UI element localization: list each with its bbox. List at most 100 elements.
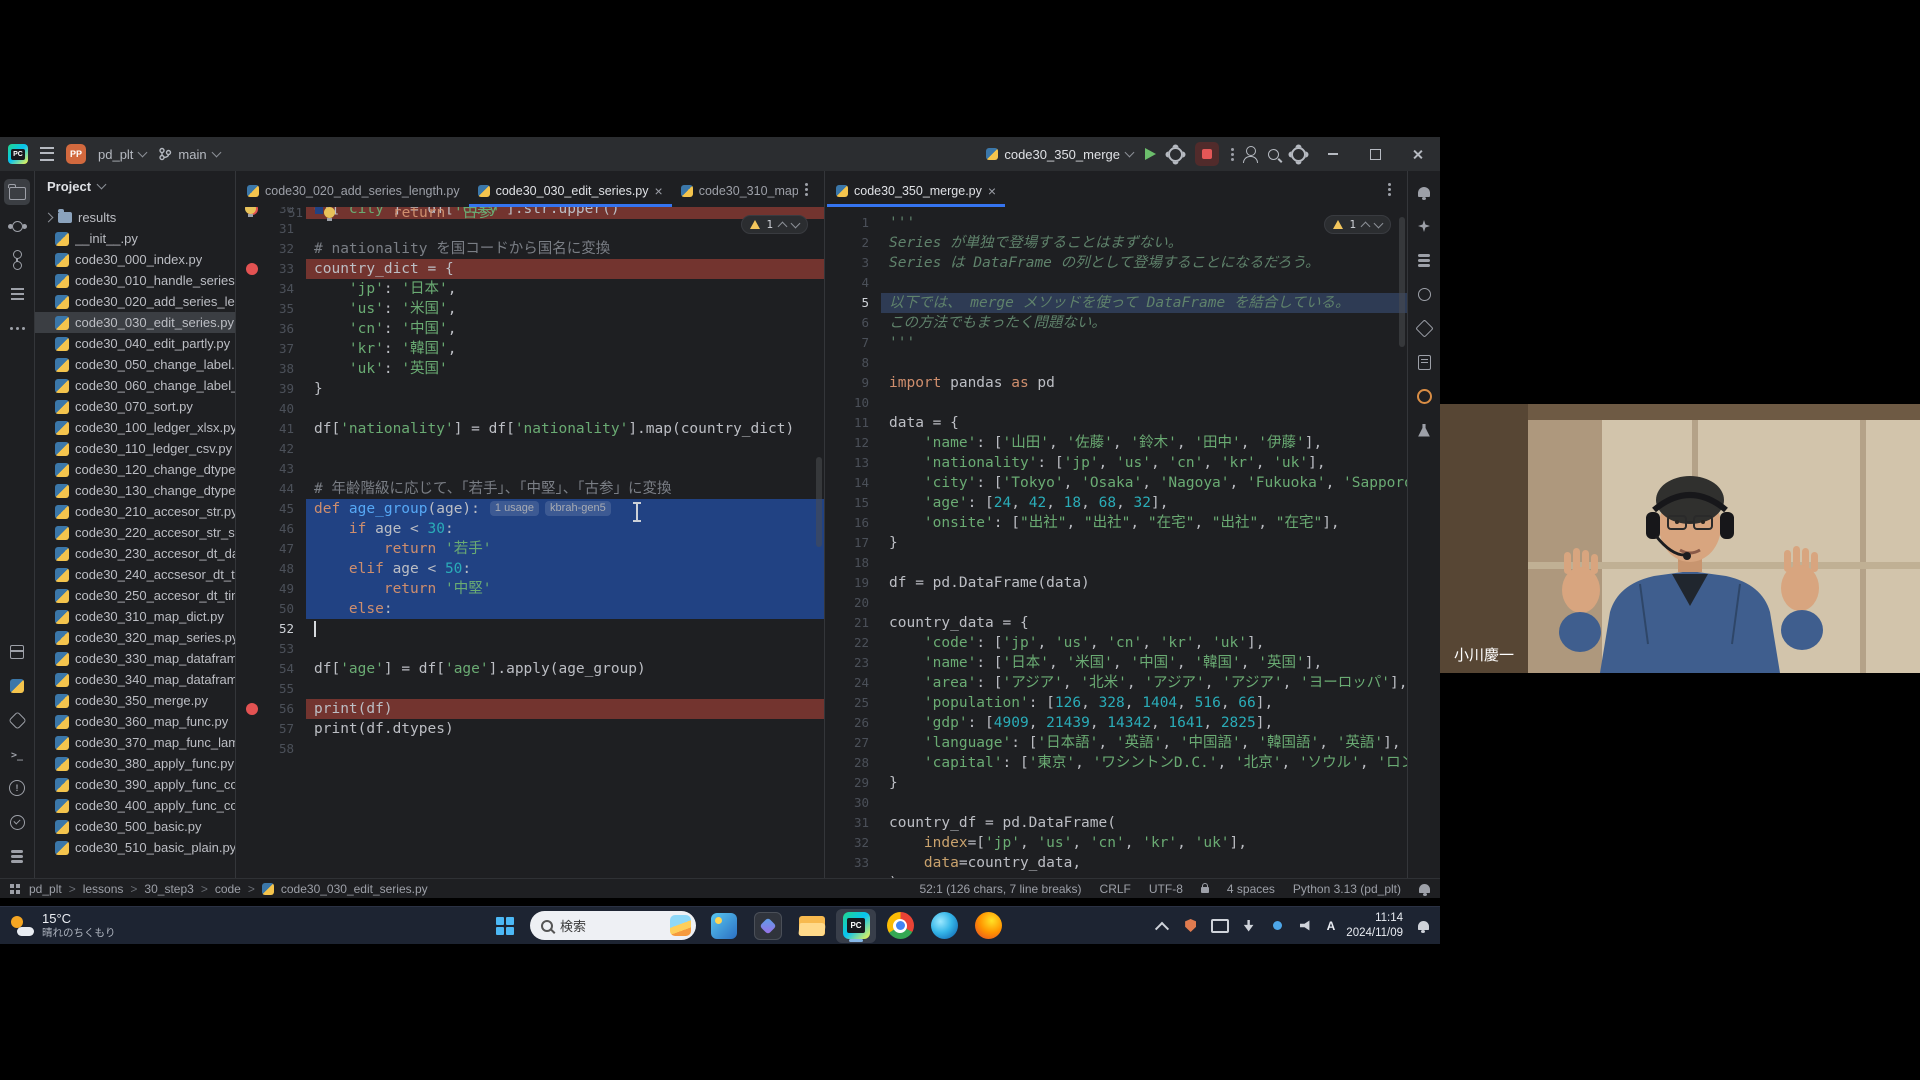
- code-line[interactable]: 9import pandas as pd: [825, 373, 1407, 393]
- code-line[interactable]: 5以下では、 merge メソッドを使って DataFrame を結合している。: [825, 293, 1407, 313]
- breakpoint-icon[interactable]: [246, 263, 258, 275]
- editor-tab[interactable]: code30_030_edit_series.py×: [469, 174, 672, 207]
- code-editor-left[interactable]: 30df['city'] = df['city'].str.upper()313…: [236, 207, 824, 879]
- pull-requests-tool-icon[interactable]: [4, 247, 30, 273]
- taskbar-search-box[interactable]: 検索: [530, 911, 696, 940]
- code-line[interactable]: 58: [236, 739, 824, 759]
- close-tab-icon[interactable]: ×: [988, 184, 996, 198]
- code-line[interactable]: 54df['age'] = df['age'].apply(age_group): [236, 659, 824, 679]
- project-file[interactable]: code30_250_accesor_dt_timedelta.py: [35, 585, 235, 606]
- code-line[interactable]: 1''': [825, 213, 1407, 233]
- code-line[interactable]: 8: [825, 353, 1407, 373]
- code-line[interactable]: 7''': [825, 333, 1407, 353]
- code-line[interactable]: 12 'name': ['山田', '佐藤', '鈴木', '田中', '伊藤'…: [825, 433, 1407, 453]
- code-line[interactable]: 18: [825, 553, 1407, 573]
- indent-widget[interactable]: 4 spaces: [1227, 882, 1275, 896]
- breadcrumb-item[interactable]: pd_plt: [29, 882, 62, 896]
- download-status-tray-icon[interactable]: [1240, 917, 1258, 935]
- project-file[interactable]: code30_070_sort.py: [35, 396, 235, 417]
- chrome-taskbar-icon[interactable]: [880, 909, 920, 943]
- ai-assistant-tool-icon[interactable]: [1411, 213, 1437, 239]
- editor-tab[interactable]: code30_020_add_series_length.py: [238, 174, 469, 207]
- code-line[interactable]: 46 if age < 30:: [236, 519, 824, 539]
- more-tool-windows-tool-icon[interactable]: [4, 315, 30, 341]
- security-status-tray-icon[interactable]: [1182, 917, 1200, 935]
- code-editor-right[interactable]: 1'''2Series が単独で登場することはまずない。3Series は Da…: [825, 207, 1407, 879]
- code-line[interactable]: 28 'capital': ['東京', 'ワシントンD.C.', '北京', …: [825, 753, 1407, 773]
- code-line[interactable]: 4: [825, 273, 1407, 293]
- code-line[interactable]: 31: [236, 219, 824, 239]
- code-line[interactable]: 51 return '古参': [245, 207, 256, 214]
- code-line[interactable]: 33country_dict = {: [236, 259, 824, 279]
- left-editor-scrollbar[interactable]: [816, 457, 822, 547]
- minimize-button[interactable]: [1318, 141, 1348, 167]
- run-configuration-selector[interactable]: code30_350_merge: [986, 147, 1133, 162]
- code-line[interactable]: 45def age_group(age):1 usagekbrah-gen5: [236, 499, 824, 519]
- code-line[interactable]: 36 'cn': '中国',: [236, 319, 824, 339]
- project-folder-results[interactable]: results: [35, 207, 235, 228]
- code-line[interactable]: 13 'nationality': ['jp', 'us', 'cn', 'kr…: [825, 453, 1407, 473]
- breakpoint-icon[interactable]: [246, 703, 258, 715]
- project-file[interactable]: code30_500_basic.py: [35, 816, 235, 837]
- project-panel-header[interactable]: Project: [35, 171, 235, 201]
- code-line[interactable]: 38 'uk': '英国': [236, 359, 824, 379]
- maximize-button[interactable]: [1360, 141, 1390, 167]
- project-file[interactable]: code30_350_merge.py: [35, 690, 235, 711]
- photos-taskbar-icon[interactable]: [748, 909, 788, 943]
- main-menu-icon[interactable]: [40, 147, 54, 161]
- project-file[interactable]: code30_210_accesor_str.py: [35, 501, 235, 522]
- project-file[interactable]: code30_110_ledger_csv.py: [35, 438, 235, 459]
- database-tool-icon[interactable]: [1411, 247, 1437, 273]
- right-editor-scrollbar[interactable]: [1399, 217, 1405, 347]
- project-file[interactable]: code30_010_handle_series.py: [35, 270, 235, 291]
- project-file[interactable]: code30_040_edit_partly.py: [35, 333, 235, 354]
- project-file[interactable]: code30_100_ledger_xlsx.py: [35, 417, 235, 438]
- stop-button[interactable]: [1195, 142, 1219, 166]
- editor-tab[interactable]: code30_350_merge.py×: [827, 174, 1005, 207]
- weather-widget[interactable]: 15°C 晴れのちくもり: [10, 907, 116, 944]
- caret-position-widget[interactable]: 52:1 (126 chars, 7 line breaks): [919, 882, 1081, 896]
- code-line[interactable]: 48 elif age < 50:: [236, 559, 824, 579]
- code-line[interactable]: 24 'area': ['アジア', '北米', 'アジア', 'アジア', '…: [825, 673, 1407, 693]
- python-console-tool-icon[interactable]: [4, 673, 30, 699]
- code-line[interactable]: 55: [236, 679, 824, 699]
- code-line[interactable]: 50 else:: [236, 599, 824, 619]
- code-line[interactable]: 57print(df.dtypes): [236, 719, 824, 739]
- firefox-taskbar-icon[interactable]: [968, 909, 1008, 943]
- run-button[interactable]: [1145, 148, 1156, 160]
- code-line[interactable]: 29}: [825, 773, 1407, 793]
- notification-center-bell-icon[interactable]: [1414, 917, 1432, 935]
- code-line[interactable]: 41df['nationality'] = df['nationality'].…: [236, 419, 824, 439]
- project-file[interactable]: code30_030_edit_series.py: [35, 312, 235, 333]
- gradle-tool-icon[interactable]: [1411, 281, 1437, 307]
- widgets-taskbar-icon[interactable]: [704, 909, 744, 943]
- read-only-lock-icon[interactable]: [1201, 887, 1209, 893]
- project-file[interactable]: __init__.py: [35, 228, 235, 249]
- todo-tool-icon[interactable]: [4, 809, 30, 835]
- project-file[interactable]: code30_380_apply_func.py: [35, 753, 235, 774]
- code-line[interactable]: 3Series は DataFrame の列として登場することになるだろう。: [825, 253, 1407, 273]
- editor-tab[interactable]: code30_310_map_dict: [672, 174, 798, 207]
- services-tool-icon[interactable]: [4, 707, 30, 733]
- bluetooth-status-tray-icon[interactable]: [1269, 917, 1287, 935]
- plugins-tool-icon[interactable]: [1411, 315, 1437, 341]
- tool-windows-grid-icon[interactable]: [10, 884, 14, 888]
- code-line[interactable]: 10: [825, 393, 1407, 413]
- interpreter-widget[interactable]: Python 3.13 (pd_plt): [1293, 882, 1401, 896]
- code-line[interactable]: 53: [236, 639, 824, 659]
- code-line[interactable]: 34 'jp': '日本',: [236, 279, 824, 299]
- settings-gear-icon[interactable]: [1291, 147, 1306, 162]
- problems-tool-icon[interactable]: [4, 775, 30, 801]
- code-line[interactable]: 17}: [825, 533, 1407, 553]
- branch-selector[interactable]: main: [158, 147, 219, 162]
- project-file[interactable]: code30_050_change_label.py: [35, 354, 235, 375]
- code-line[interactable]: 14 'city': ['Tokyo', 'Osaka', 'Nagoya', …: [825, 473, 1407, 493]
- line-separator-widget[interactable]: CRLF: [1100, 882, 1131, 896]
- code-line[interactable]: 26 'gdp': [4909, 21439, 14342, 1641, 282…: [825, 713, 1407, 733]
- code-with-me-icon[interactable]: [1246, 146, 1256, 156]
- project-file[interactable]: code30_370_map_func_lambda.py: [35, 732, 235, 753]
- project-file[interactable]: code30_060_change_label_add_del.py: [35, 375, 235, 396]
- code-line[interactable]: 32 index=['jp', 'us', 'cn', 'kr', 'uk'],: [825, 833, 1407, 853]
- code-line[interactable]: 15 'age': [24, 42, 18, 68, 32],: [825, 493, 1407, 513]
- project-tool-icon[interactable]: [4, 179, 30, 205]
